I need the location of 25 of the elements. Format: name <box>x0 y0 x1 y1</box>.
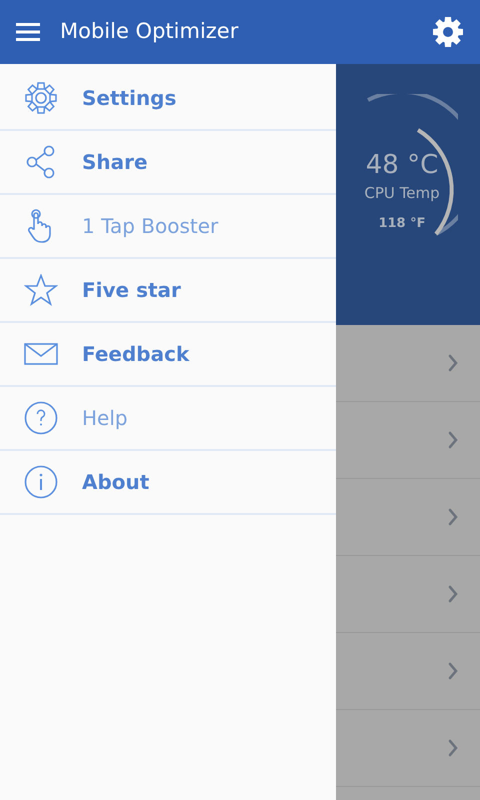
mail-icon <box>24 343 58 365</box>
chevron-icon <box>448 739 458 757</box>
drawer-item[interactable]: Help <box>82 403 128 433</box>
drawer-item[interactable]: Share <box>82 147 148 177</box>
share-icon <box>26 145 56 179</box>
help-icon <box>24 401 58 435</box>
star-icon <box>24 274 58 306</box>
drawer-item[interactable]: About <box>82 467 150 497</box>
drawer-item[interactable]: Five star <box>82 275 181 305</box>
temperature-label: CPU Temp <box>363 183 441 204</box>
temperature-value: 48 °C <box>364 149 440 182</box>
app-title: Mobile Optimizer <box>60 18 238 46</box>
settings-icon <box>24 81 58 115</box>
menu-icon[interactable] <box>16 23 40 41</box>
drawer-item[interactable]: Settings <box>82 83 176 113</box>
fahrenheit-value: 118 °F <box>377 215 427 233</box>
chevron-icon <box>448 585 458 603</box>
chevron-icon <box>448 431 458 449</box>
chevron-icon <box>448 508 458 526</box>
settings-icon[interactable] <box>432 16 464 48</box>
drawer-item[interactable]: Feedback <box>82 339 190 369</box>
drawer-item[interactable]: 1 Tap Booster <box>82 211 218 241</box>
chevron-icon <box>448 354 458 372</box>
info-icon <box>24 465 58 499</box>
chevron-icon <box>448 662 458 680</box>
